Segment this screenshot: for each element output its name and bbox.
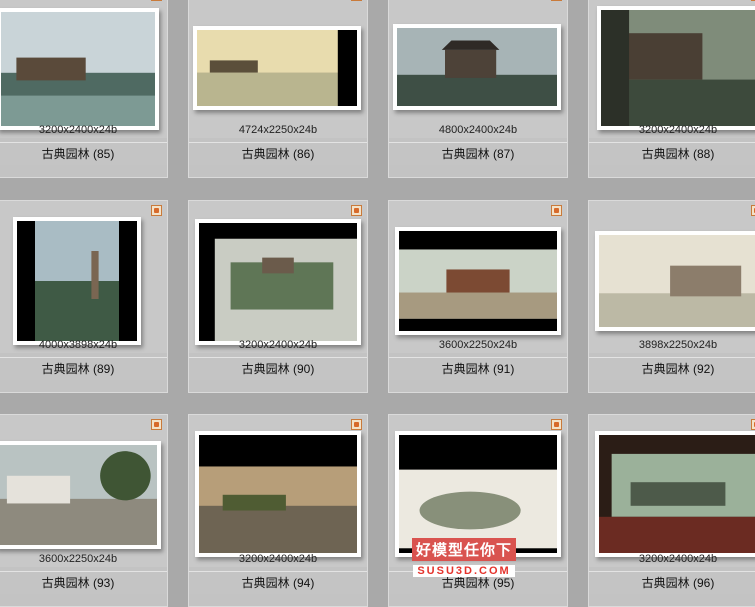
- image-file-icon: [351, 0, 362, 1]
- image-dimensions: 4000x3898x24b: [38, 339, 118, 351]
- image-dimensions: 3600x2250x24b: [38, 553, 118, 565]
- thumbnail-item[interactable]: 3200x2400x24b 古典园林 (90): [188, 200, 368, 393]
- image-dimensions: 4800x2400x24b: [438, 124, 518, 136]
- image-file-icon: [151, 205, 162, 216]
- thumbnail-image[interactable]: [0, 8, 159, 130]
- image-caption[interactable]: 古典园林 (86): [189, 142, 367, 165]
- image-dimensions: 3200x2400x24b: [238, 339, 318, 351]
- image-file-icon: [551, 0, 562, 1]
- image-caption[interactable]: 古典园林 (92): [589, 357, 755, 380]
- image-caption[interactable]: 古典园林 (89): [0, 357, 167, 380]
- image-dimensions: 3600x2250x24b: [438, 339, 518, 351]
- thumbnail-item[interactable]: 4724x2250x24b 古典园林 (86): [188, 0, 368, 178]
- thumbnail-area[interactable]: [189, 0, 367, 138]
- thumbnail-area[interactable]: [589, 0, 755, 138]
- image-dimensions: 4724x2250x24b: [238, 124, 318, 136]
- image-caption[interactable]: 古典园林 (96): [589, 571, 755, 594]
- thumbnail-image[interactable]: [393, 24, 561, 110]
- thumbnail-item[interactable]: 3600x2250x24b 古典园林 (91): [388, 200, 568, 393]
- thumbnail-image[interactable]: [193, 26, 361, 110]
- image-file-icon: [151, 419, 162, 430]
- thumbnail-item[interactable]: 3200x2400x24b 古典园林 (85): [0, 0, 168, 178]
- thumbnail-image[interactable]: [595, 431, 755, 557]
- image-dimensions: 3200x2400x24b: [638, 124, 718, 136]
- thumbnail-item[interactable]: 4800x2400x24b 古典园林 (87): [388, 0, 568, 178]
- thumbnail-image[interactable]: [595, 231, 755, 331]
- thumbnail-area[interactable]: [589, 201, 755, 353]
- thumbnail-item[interactable]: 3600x2250x24b 古典园林 (93): [0, 414, 168, 607]
- thumbnail-image[interactable]: [195, 431, 361, 557]
- thumbnail-item[interactable]: 3200x2400x24b 古典园林 (88): [588, 0, 755, 178]
- image-caption[interactable]: 古典园林 (90): [189, 357, 367, 380]
- thumbnail-image[interactable]: [597, 6, 755, 130]
- thumbnail-area[interactable]: [389, 201, 567, 353]
- watermark-cn: 好模型任你下: [411, 538, 516, 561]
- image-file-icon: [751, 419, 755, 430]
- thumbnail-area[interactable]: [0, 415, 167, 567]
- thumbnail-item[interactable]: 3200x2400x24b 古典园林 (96): [588, 414, 755, 607]
- thumbnail-item[interactable]: 3898x2250x24b 古典园林 (92): [588, 200, 755, 393]
- image-file-icon: [551, 419, 562, 430]
- thumbnail-image[interactable]: [0, 441, 161, 549]
- image-dimensions: 3200x2400x24b: [38, 124, 118, 136]
- thumbnail-area[interactable]: [589, 415, 755, 567]
- thumbnail-area[interactable]: [189, 415, 367, 567]
- thumbnail-area[interactable]: [189, 201, 367, 353]
- thumbnail-item[interactable]: 3200x2400x24b 古典园林 (94): [188, 414, 368, 607]
- image-dimensions: 3200x2400x24b: [238, 553, 318, 565]
- image-caption[interactable]: 古典园林 (85): [0, 142, 167, 165]
- watermark-en: SUSU3D.COM: [413, 565, 515, 577]
- image-caption[interactable]: 古典园林 (93): [0, 571, 167, 594]
- image-file-icon: [751, 205, 755, 216]
- thumbnail-area[interactable]: [0, 0, 167, 138]
- image-file-icon: [351, 205, 362, 216]
- site-watermark: 好模型任你下 SUSU3D.COM: [404, 538, 524, 578]
- image-file-icon: [551, 205, 562, 216]
- image-dimensions: 3200x2400x24b: [638, 553, 718, 565]
- image-dimensions: 3898x2250x24b: [638, 339, 718, 351]
- image-file-icon: [751, 0, 755, 1]
- thumbnail-grid: 3200x2400x24b 古典园林 (85) 4724x2250x24b 古典…: [0, 0, 755, 607]
- image-caption[interactable]: 古典园林 (91): [389, 357, 567, 380]
- thumbnail-image[interactable]: [195, 219, 361, 345]
- image-caption[interactable]: 古典园林 (88): [589, 142, 755, 165]
- thumbnail-area[interactable]: [0, 201, 167, 353]
- image-caption[interactable]: 古典园林 (87): [389, 142, 567, 165]
- image-caption[interactable]: 古典园林 (94): [189, 571, 367, 594]
- image-file-icon: [151, 0, 162, 1]
- thumbnail-area[interactable]: [389, 0, 567, 138]
- image-file-icon: [351, 419, 362, 430]
- thumbnail-item[interactable]: 4000x3898x24b 古典园林 (89): [0, 200, 168, 393]
- thumbnail-image[interactable]: [395, 227, 561, 335]
- thumbnail-image[interactable]: [13, 217, 141, 345]
